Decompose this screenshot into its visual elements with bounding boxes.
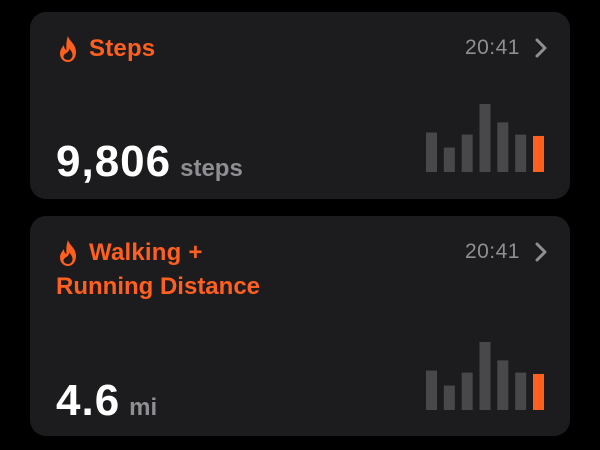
steps-card[interactable]: Steps 20:41 9,806 steps	[30, 12, 570, 199]
metric-value: 9,806	[56, 137, 172, 186]
chart-bar	[443, 147, 455, 172]
timestamp: 20:41	[464, 36, 520, 59]
card-title: Walking +	[89, 239, 203, 266]
chevron-right-icon[interactable]	[534, 37, 548, 59]
chevron-right-icon[interactable]	[534, 241, 548, 263]
chart-bar	[461, 134, 473, 172]
metric-value-row: 4.6 mi	[56, 376, 157, 426]
flame-icon	[60, 36, 76, 62]
chart-bar	[426, 370, 437, 410]
flame-icon	[60, 240, 76, 266]
metric-value-row: 9,806 steps	[56, 137, 243, 187]
chart-bar-current	[533, 373, 544, 410]
timestamp: 20:41	[464, 240, 520, 263]
card-title-line2: Running Distance	[56, 273, 261, 300]
metric-unit: mi	[129, 394, 158, 421]
chart-bar	[443, 385, 455, 410]
chart-bar	[515, 134, 527, 172]
card-title-row: Walking +	[56, 238, 203, 268]
chart-bar	[479, 104, 491, 172]
chart-bar	[497, 360, 509, 410]
chart-bar	[479, 342, 491, 410]
timestamp-row: 20:41	[465, 240, 548, 264]
chart-bar	[497, 122, 509, 172]
card-title-row: Steps	[56, 34, 155, 64]
metric-value: 4.6	[56, 376, 121, 425]
chart-bar	[426, 132, 437, 172]
card-title: Steps	[89, 35, 156, 62]
timestamp-row: 20:41	[465, 36, 548, 60]
weekly-mini-bar-chart	[426, 104, 544, 172]
chart-bar-current	[533, 135, 544, 172]
weekly-mini-bar-chart	[426, 342, 544, 410]
metric-unit: steps	[180, 155, 243, 182]
walking-running-distance-card[interactable]: Walking + Running Distance 20:41 4.6 mi	[30, 216, 570, 436]
chart-bar	[515, 372, 527, 410]
chart-bar	[461, 372, 473, 410]
